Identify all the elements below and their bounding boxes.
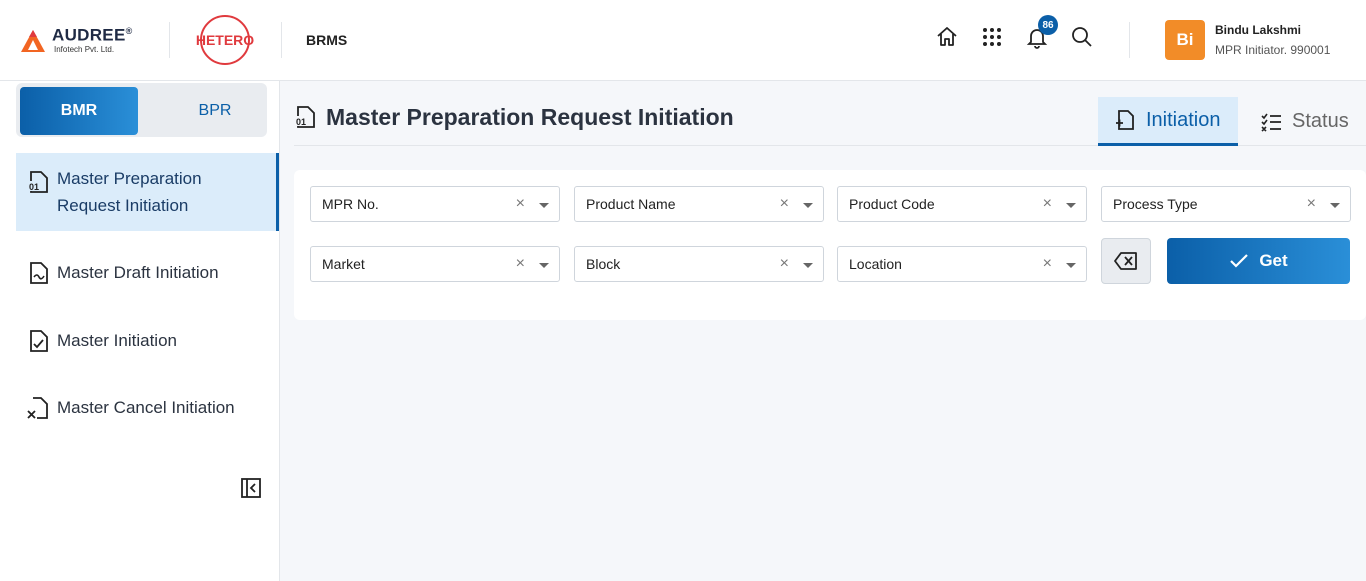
- header-divider: [169, 22, 170, 58]
- header-divider: [281, 22, 282, 58]
- backspace-icon: [1114, 252, 1137, 270]
- header-divider: [1129, 22, 1130, 58]
- collapse-sidebar-icon[interactable]: [240, 477, 262, 499]
- clear-selection-icon[interactable]: ×: [516, 255, 525, 273]
- draft-doc-icon: [30, 262, 48, 284]
- notification-badge[interactable]: 86: [1038, 15, 1058, 35]
- clear-selection-icon[interactable]: ×: [780, 255, 789, 273]
- audree-logo-icon: [21, 30, 45, 52]
- svg-text:01: 01: [296, 117, 306, 127]
- sidebar-item-master-cancel-initiation[interactable]: Master Cancel Initiation: [16, 394, 279, 422]
- user-name: Bindu Lakshmi: [1215, 23, 1302, 37]
- company-reg-mark: ®: [125, 26, 133, 36]
- product-code-select[interactable]: Product Code ×: [837, 186, 1087, 222]
- toggle-bpr[interactable]: BPR: [156, 87, 274, 135]
- location-select[interactable]: Location ×: [837, 246, 1087, 282]
- document-01-icon: 01: [28, 171, 48, 193]
- company-name: AUDREE: [52, 25, 126, 45]
- chevron-down-icon[interactable]: [539, 263, 549, 268]
- checklist-icon: [1261, 113, 1281, 132]
- sidebar-item-master-draft-initiation[interactable]: Master Draft Initiation: [16, 259, 279, 287]
- company-subtitle: Infotech Pvt. Ltd.: [54, 44, 115, 54]
- chevron-down-icon[interactable]: [803, 203, 813, 208]
- clear-selection-icon[interactable]: ×: [1043, 255, 1052, 273]
- clear-selection-icon[interactable]: ×: [780, 195, 789, 213]
- market-select[interactable]: Market ×: [310, 246, 560, 282]
- avatar[interactable]: Bi: [1165, 20, 1205, 60]
- app-name: BRMS: [306, 32, 348, 48]
- sidebar-item-label: Master Draft Initiation: [57, 263, 219, 282]
- svg-text:01: 01: [29, 182, 39, 192]
- doc-cancel-icon: [27, 397, 48, 419]
- chevron-down-icon[interactable]: [539, 203, 549, 208]
- page-title: Master Preparation Request Initiation: [326, 104, 734, 130]
- get-button-label: Get: [1259, 251, 1288, 270]
- sidebar-item-master-preparation-request-initiation[interactable]: 01 Master Preparation Request Initiation: [16, 153, 279, 231]
- hetero-logo: HETERO: [196, 15, 254, 65]
- tab-label: Status: [1292, 110, 1349, 132]
- home-icon[interactable]: [935, 25, 959, 49]
- apps-grid-icon[interactable]: [980, 25, 1004, 49]
- sidebar-item-label: Master Cancel Initiation: [57, 398, 235, 417]
- chevron-down-icon[interactable]: [1330, 203, 1340, 208]
- block-select[interactable]: Block ×: [574, 246, 824, 282]
- top-header: AUDREE® Infotech Pvt. Ltd. HETERO BRMS 8…: [0, 0, 1366, 81]
- sidebar-item-label: Master Initiation: [57, 331, 177, 350]
- hetero-logo-text: HETERO: [196, 32, 254, 48]
- product-name-select[interactable]: Product Name ×: [574, 186, 824, 222]
- bmr-bpr-toggle: BMR BPR: [16, 83, 267, 137]
- process-type-select[interactable]: Process Type ×: [1101, 186, 1351, 222]
- get-button[interactable]: Get: [1167, 238, 1350, 284]
- add-doc-icon: [1116, 110, 1134, 130]
- clear-selection-icon[interactable]: ×: [516, 195, 525, 213]
- chevron-down-icon[interactable]: [803, 263, 813, 268]
- mpr-no-select[interactable]: MPR No. ×: [310, 186, 560, 222]
- clear-selection-icon[interactable]: ×: [1043, 195, 1052, 213]
- sidebar-item-label: Request Initiation: [57, 196, 189, 215]
- chevron-down-icon[interactable]: [1066, 263, 1076, 268]
- audree-logo: AUDREE® Infotech Pvt. Ltd.: [20, 22, 133, 58]
- chevron-down-icon[interactable]: [1066, 203, 1076, 208]
- sidebar: BMR BPR 01 Master Preparation Request In…: [0, 81, 280, 581]
- tab-status[interactable]: Status: [1260, 97, 1360, 146]
- check-icon: [1230, 254, 1249, 268]
- document-01-icon: 01: [295, 106, 315, 128]
- doc-check-icon: [30, 330, 48, 352]
- sidebar-item-label: Master Preparation: [57, 169, 202, 188]
- tab-initiation[interactable]: Initiation: [1098, 97, 1238, 146]
- tab-label: Initiation: [1146, 108, 1221, 131]
- search-icon[interactable]: [1070, 25, 1094, 49]
- sidebar-item-master-initiation[interactable]: Master Initiation: [16, 327, 279, 355]
- clear-selection-icon[interactable]: ×: [1307, 195, 1316, 213]
- clear-filters-button[interactable]: [1101, 238, 1151, 284]
- toggle-bmr[interactable]: BMR: [20, 87, 138, 135]
- user-role: MPR Initiator. 990001: [1215, 43, 1331, 57]
